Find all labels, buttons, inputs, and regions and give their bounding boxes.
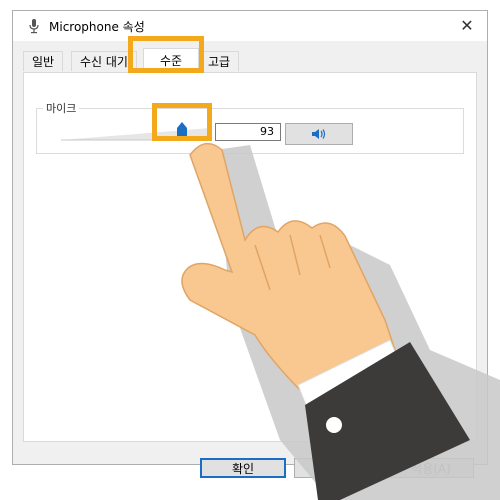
slider-highlight: [152, 103, 212, 141]
microphone-level-group: 마이크 93: [36, 100, 464, 154]
title-bar: Microphone 속성 ✕: [13, 11, 487, 41]
tab-advanced[interactable]: 고급: [199, 51, 240, 71]
level-value-field[interactable]: 93: [215, 123, 281, 141]
group-label: 마이크: [43, 100, 80, 116]
tab-strip: 일반 수신 대기 수준 고급: [23, 48, 483, 73]
tab-general[interactable]: 일반: [23, 51, 64, 71]
speaker-volume-icon: [312, 129, 326, 139]
close-button[interactable]: ✕: [447, 11, 487, 41]
tab-content-levels: 마이크 93: [23, 72, 477, 442]
apply-button[interactable]: 적용(A): [388, 458, 474, 478]
ok-button[interactable]: 확인: [200, 458, 286, 478]
cancel-button[interactable]: 취소: [294, 458, 380, 478]
window-title: Microphone 속성: [49, 20, 145, 34]
tab-highlight: [128, 36, 204, 73]
mute-button[interactable]: [285, 123, 353, 145]
microphone-icon: [29, 19, 39, 34]
properties-dialog: Microphone 속성 ✕ 일반 수신 대기 수준 고급 마이크 93: [12, 10, 488, 465]
